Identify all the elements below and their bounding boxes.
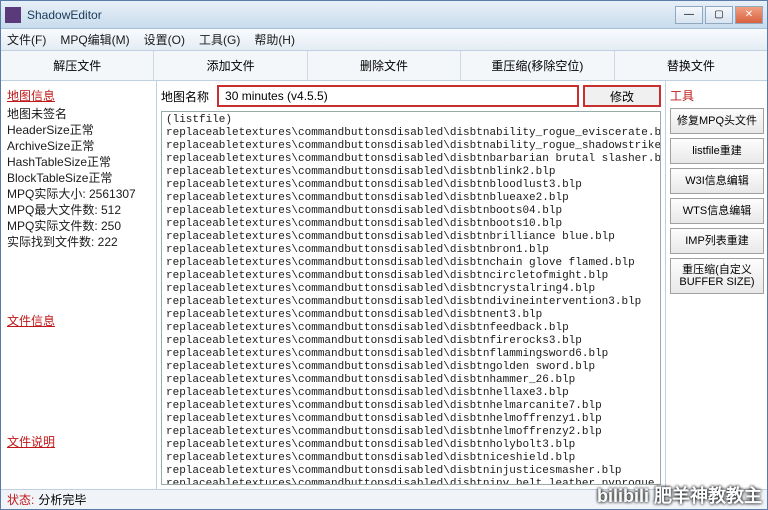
list-item[interactable]: replaceabletextures\commandbuttonsdisabl… [166,153,656,166]
list-item[interactable]: replaceabletextures\commandbuttonsdisabl… [166,205,656,218]
map-info-line: MPQ最大文件数: 512 [7,202,150,218]
list-item[interactable]: replaceabletextures\commandbuttonsdisabl… [166,179,656,192]
app-icon [5,7,21,23]
list-item[interactable]: replaceabletextures\commandbuttonsdisabl… [166,296,656,309]
window-controls: — ▢ ✕ [675,6,763,24]
map-info-line: ArchiveSize正常 [7,138,150,154]
list-item[interactable]: replaceabletextures\commandbuttonsdisabl… [166,426,656,439]
list-item[interactable]: replaceabletextures\commandbuttonsdisabl… [166,478,656,485]
list-item[interactable]: replaceabletextures\commandbuttonsdisabl… [166,127,656,140]
left-panel: 地图信息 地图未签名HeaderSize正常ArchiveSize正常HashT… [1,81,157,489]
map-info-line: 地图未签名 [7,106,150,122]
center-panel: 地图名称 修改 (listfile)replaceabletextures\co… [157,81,665,489]
map-name-label: 地图名称 [161,88,209,105]
list-item[interactable]: replaceabletextures\commandbuttonsdisabl… [166,400,656,413]
close-button[interactable]: ✕ [735,6,763,24]
list-item[interactable]: replaceabletextures\commandbuttonsdisabl… [166,283,656,296]
list-item[interactable]: replaceabletextures\commandbuttonsdisabl… [166,374,656,387]
menu-help[interactable]: 帮助(H) [254,31,295,48]
file-info-header: 文件信息 [7,312,150,329]
menubar: 文件(F) MPQ编辑(M) 设置(O) 工具(G) 帮助(H) [1,29,767,51]
list-item[interactable]: replaceabletextures\commandbuttonsdisabl… [166,322,656,335]
main-body: 地图信息 地图未签名HeaderSize正常ArchiveSize正常HashT… [1,81,767,489]
map-info-line: 实际找到文件数: 222 [7,234,150,250]
list-item[interactable]: replaceabletextures\commandbuttonsdisabl… [166,387,656,400]
listfile-rebuild-button[interactable]: listfile重建 [670,138,764,164]
list-item[interactable]: replaceabletextures\commandbuttonsdisabl… [166,361,656,374]
right-panel: 工具 修复MPQ头文件 listfile重建 W3I信息编辑 WTS信息编辑 I… [665,81,767,489]
menu-file[interactable]: 文件(F) [7,31,46,48]
replace-button[interactable]: 替换文件 [615,51,767,80]
add-button[interactable]: 添加文件 [154,51,307,80]
recompress-custom-button[interactable]: 重压缩(自定义BUFFER SIZE) [670,258,764,294]
map-name-row: 地图名称 修改 [157,81,665,111]
imp-rebuild-button[interactable]: IMP列表重建 [670,228,764,254]
list-item[interactable]: replaceabletextures\commandbuttonsdisabl… [166,439,656,452]
list-item[interactable]: replaceabletextures\commandbuttonsdisabl… [166,218,656,231]
list-item[interactable]: replaceabletextures\commandbuttonsdisabl… [166,192,656,205]
menu-settings[interactable]: 设置(O) [144,31,185,48]
toolbar: 解压文件 添加文件 删除文件 重压缩(移除空位) 替换文件 [1,51,767,81]
map-name-input[interactable] [217,85,579,107]
titlebar[interactable]: ShadowEditor — ▢ ✕ [1,1,767,29]
window-title: ShadowEditor [27,8,675,22]
map-info-line: MPQ实际文件数: 250 [7,218,150,234]
list-item[interactable]: replaceabletextures\commandbuttonsdisabl… [166,140,656,153]
statusbar: 状态: 分析完毕 [1,489,767,509]
list-item[interactable]: replaceabletextures\commandbuttonsdisabl… [166,244,656,257]
w3i-edit-button[interactable]: W3I信息编辑 [670,168,764,194]
list-item[interactable]: replaceabletextures\commandbuttonsdisabl… [166,257,656,270]
fix-mpq-header-button[interactable]: 修复MPQ头文件 [670,108,764,134]
list-item[interactable]: replaceabletextures\commandbuttonsdisabl… [166,231,656,244]
list-item[interactable]: replaceabletextures\commandbuttonsdisabl… [166,270,656,283]
map-info-line: HashTableSize正常 [7,154,150,170]
extract-button[interactable]: 解压文件 [1,51,154,80]
tools-header: 工具 [670,87,763,104]
status-text: 分析完毕 [38,491,86,508]
delete-button[interactable]: 删除文件 [308,51,461,80]
list-item[interactable]: (listfile) [166,114,656,127]
file-listbox[interactable]: (listfile)replaceabletextures\commandbut… [161,111,661,485]
map-info-line: HeaderSize正常 [7,122,150,138]
app-window: ShadowEditor — ▢ ✕ 文件(F) MPQ编辑(M) 设置(O) … [0,0,768,510]
map-info-header: 地图信息 [7,87,150,104]
status-label: 状态: [7,491,34,508]
list-item[interactable]: replaceabletextures\commandbuttonsdisabl… [166,465,656,478]
list-item[interactable]: replaceabletextures\commandbuttonsdisabl… [166,348,656,361]
minimize-button[interactable]: — [675,6,703,24]
menu-mpq-edit[interactable]: MPQ编辑(M) [60,31,129,48]
wts-edit-button[interactable]: WTS信息编辑 [670,198,764,224]
modify-button[interactable]: 修改 [583,85,661,107]
list-item[interactable]: replaceabletextures\commandbuttonsdisabl… [166,335,656,348]
list-item[interactable]: replaceabletextures\commandbuttonsdisabl… [166,166,656,179]
list-item[interactable]: replaceabletextures\commandbuttonsdisabl… [166,309,656,322]
file-desc-header: 文件说明 [7,433,150,450]
map-info-line: BlockTableSize正常 [7,170,150,186]
map-info-line: MPQ实际大小: 2561307 [7,186,150,202]
menu-tools[interactable]: 工具(G) [199,31,240,48]
recompress-button[interactable]: 重压缩(移除空位) [461,51,614,80]
list-item[interactable]: replaceabletextures\commandbuttonsdisabl… [166,413,656,426]
maximize-button[interactable]: ▢ [705,6,733,24]
list-item[interactable]: replaceabletextures\commandbuttonsdisabl… [166,452,656,465]
